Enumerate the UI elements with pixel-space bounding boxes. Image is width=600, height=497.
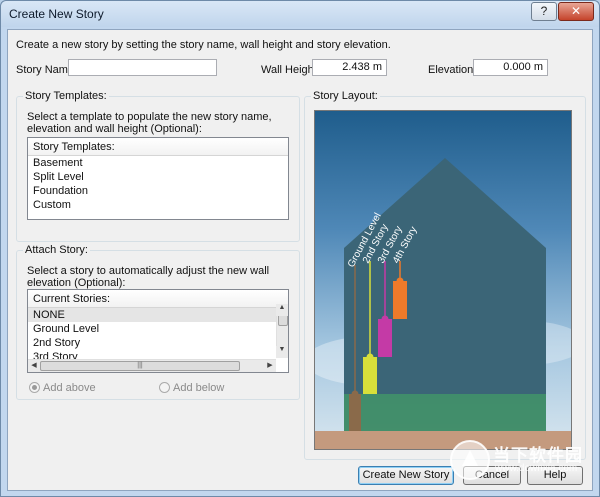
current-stories-list[interactable]: Current Stories: NONE Ground Level 2nd S… [27, 289, 289, 373]
list-item[interactable]: Ground Level [28, 322, 288, 336]
story-templates-group-title: Story Templates: [23, 90, 109, 102]
scroll-down-icon[interactable]: ▼ [276, 346, 288, 358]
attach-story-group-title: Attach Story: [23, 244, 90, 256]
close-button[interactable]: ✕ [558, 2, 594, 21]
add-above-radio[interactable]: Add above [29, 382, 96, 394]
dialog-window: Create New Story ? ✕ Create a new story … [0, 0, 600, 497]
horizontal-scroll-thumb[interactable]: ||| [40, 361, 240, 371]
story-layout-graphic: Ground Level 2nd Story 3rd Story 4th Sto… [315, 158, 571, 449]
attach-story-group: Attach Story: Select a story to automati… [16, 244, 300, 400]
third-story-bar [378, 319, 392, 357]
radio-selected-icon [29, 382, 40, 393]
help-titlebar-button[interactable]: ? [531, 2, 557, 21]
story-layout-preview: Ground Level 2nd Story 3rd Story 4th Sto… [314, 110, 572, 450]
list-item[interactable]: Basement [28, 156, 288, 170]
second-story-bar [363, 357, 377, 394]
dialog-body: Create a new story by setting the story … [7, 29, 593, 491]
list-item[interactable]: NONE [28, 308, 288, 322]
fourth-story-marker [396, 277, 404, 285]
story-name-input[interactable] [68, 59, 217, 76]
ground-level-bar [349, 394, 361, 431]
third-story-marker [381, 315, 389, 323]
title-bar: Create New Story ? ✕ [1, 1, 599, 27]
radio-unselected-icon [159, 382, 170, 393]
list-item[interactable]: Custom [28, 198, 288, 212]
story-templates-description: Select a template to populate the new st… [27, 111, 272, 135]
window-title: Create New Story [9, 7, 104, 21]
ground-floor-band [344, 394, 546, 431]
add-above-label: Add above [43, 382, 96, 394]
story-templates-list[interactable]: Story Templates: Basement Split Level Fo… [27, 137, 289, 220]
wall-height-input[interactable]: 2.438 m [312, 59, 387, 76]
scroll-right-icon[interactable]: ▶ [264, 361, 276, 372]
add-below-radio[interactable]: Add below [159, 382, 224, 394]
list-item[interactable]: 2nd Story [28, 336, 288, 350]
elevation-input[interactable]: 0.000 m [473, 59, 548, 76]
scroll-up-icon[interactable]: ▲ [276, 304, 288, 316]
story-templates-list-header[interactable]: Story Templates: [28, 138, 288, 156]
attach-story-description: Select a story to automatically adjust t… [27, 265, 270, 289]
watermark-logo-icon [450, 440, 490, 480]
second-story-marker [366, 353, 374, 361]
watermark-url: www.downxia.com [495, 463, 578, 474]
add-below-label: Add below [173, 382, 225, 394]
create-new-story-button[interactable]: Create New Story [358, 466, 454, 485]
scroll-left-icon[interactable]: ◀ [28, 361, 40, 372]
list-item[interactable]: Split Level [28, 170, 288, 184]
dialog-description: Create a new story by setting the story … [16, 39, 391, 51]
fourth-story-bar [393, 281, 407, 319]
horizontal-scrollbar[interactable]: ◀ ||| ▶ [28, 359, 276, 372]
ground-level-marker [351, 390, 359, 398]
current-stories-list-header[interactable]: Current Stories: [28, 290, 288, 308]
list-item[interactable]: Foundation [28, 184, 288, 198]
story-templates-group: Story Templates: Select a template to po… [16, 90, 300, 242]
story-layout-group-title: Story Layout: [311, 90, 380, 102]
elevation-label: Elevation: [428, 64, 477, 76]
